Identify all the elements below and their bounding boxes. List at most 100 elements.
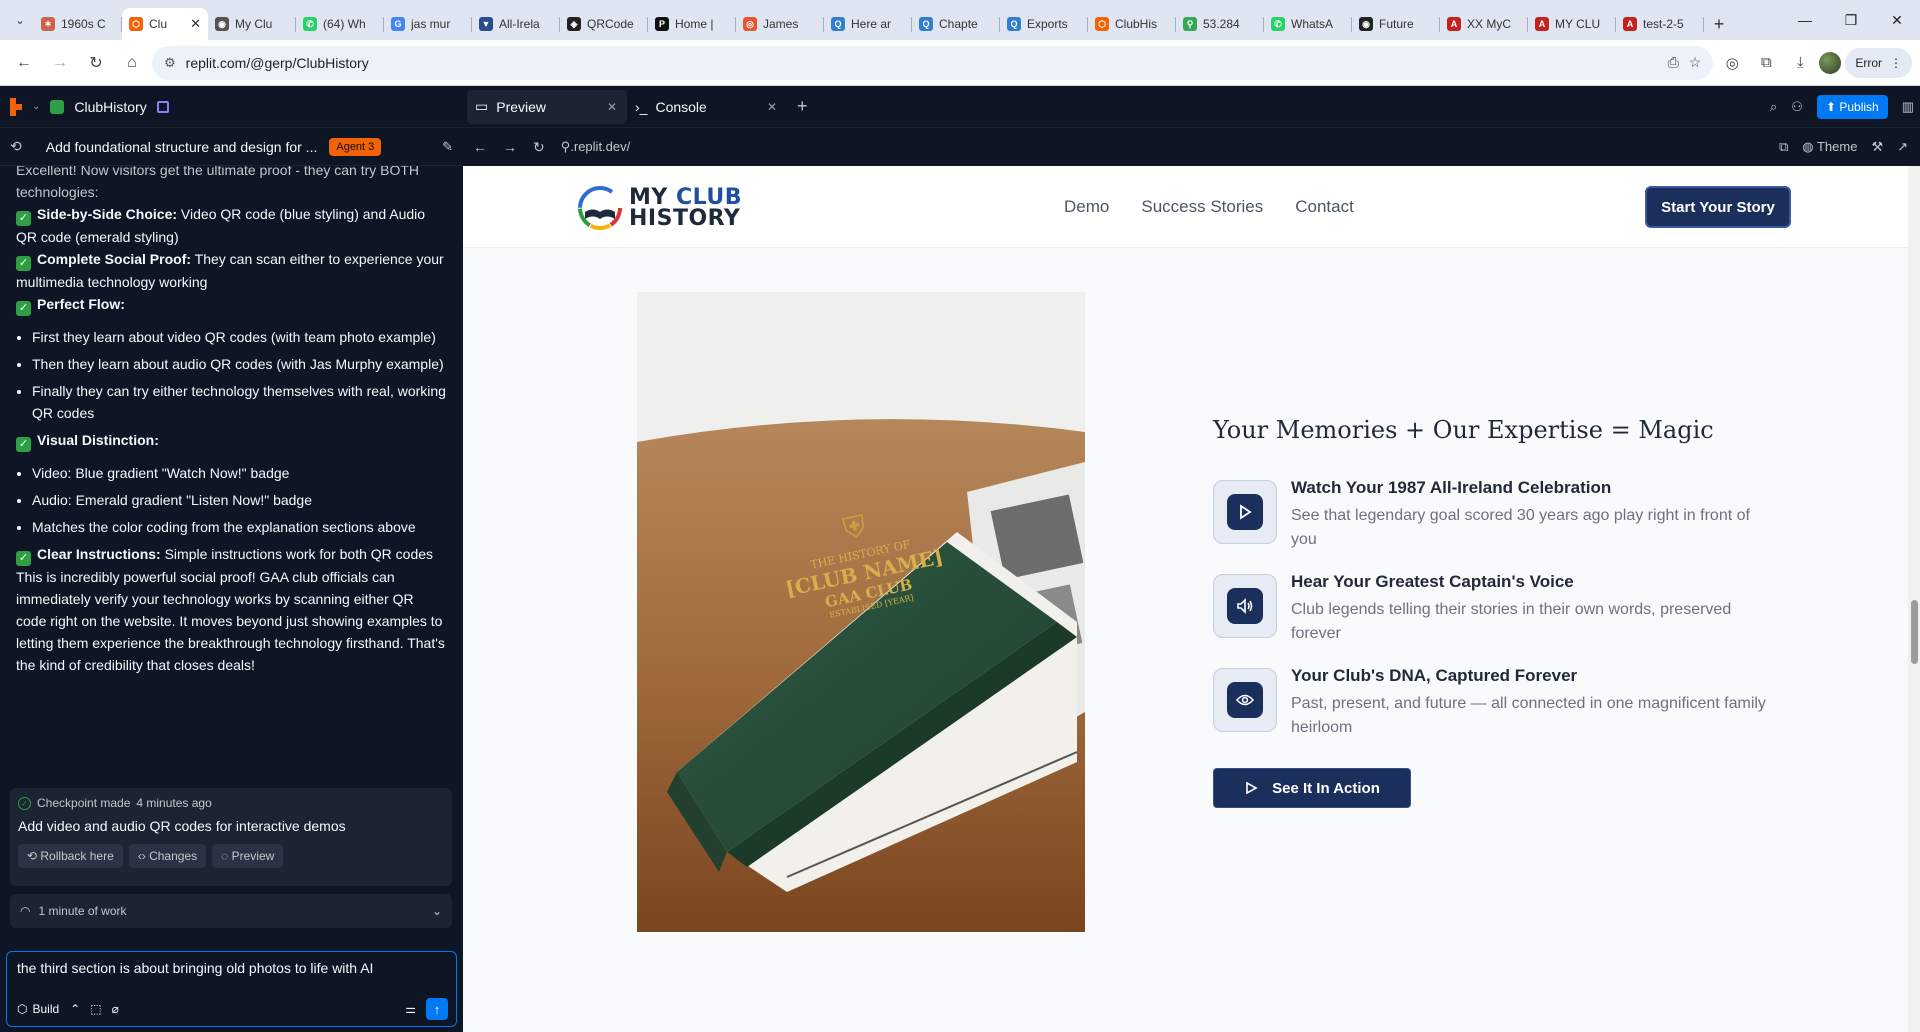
reload-icon[interactable]: ↻ [80, 47, 112, 79]
history-icon[interactable]: ⟲ [10, 138, 22, 155]
add-tab-icon[interactable]: + [797, 96, 808, 117]
browser-tab[interactable]: Q Exports [1000, 8, 1088, 40]
changes-button[interactable]: ‹› Changes [128, 844, 207, 868]
browser-tab[interactable]: ◈ QRCode [560, 8, 648, 40]
minimize-icon[interactable]: — [1782, 0, 1828, 40]
browser-tab[interactable]: Atest-2-5 [1616, 8, 1704, 40]
browser-tab[interactable]: Q Here ar [824, 8, 912, 40]
search-icon[interactable]: ⌕ [1770, 99, 1777, 115]
browser-tab[interactable]: ◉ Future [1352, 8, 1440, 40]
chat-input-text[interactable]: the third section is about bringing old … [17, 960, 446, 976]
close-tab-icon[interactable]: ✕ [607, 100, 617, 114]
build-mode-button[interactable]: ⬡ Build ⌃ [17, 1002, 80, 1016]
site-info-icon[interactable]: ⚙ [164, 55, 176, 71]
see-it-in-action-button[interactable]: See It In Action [1213, 768, 1411, 808]
browser-tab[interactable]: A MY CLU [1528, 8, 1616, 40]
terminal-icon: ›_ [635, 98, 648, 115]
new-thread-icon[interactable]: ✎ [442, 139, 453, 155]
preview-back-icon[interactable]: ← [473, 139, 487, 155]
browser-tab[interactable]: ⬡ Clu ✕ [122, 8, 208, 40]
browser-tab[interactable]: ⚲ 53.284 [1176, 8, 1264, 40]
browser-tab[interactable]: ▼ All-Irela [472, 8, 560, 40]
tab-search-chevron-icon[interactable]: ⌄ [6, 5, 34, 35]
feature-item: Watch Your 1987 All-Ireland Celebration S… [1213, 474, 1773, 552]
browser-tab[interactable]: ✆ WhatsA [1264, 8, 1352, 40]
chevron-down-icon[interactable]: ⌄ [32, 101, 40, 112]
nav-link-contact[interactable]: Contact [1295, 197, 1354, 217]
publish-button[interactable]: ⬆ Publish [1816, 95, 1888, 119]
close-tab-icon[interactable]: ✕ [767, 100, 777, 114]
site-logo[interactable]: MY CLUB HISTORY [573, 170, 773, 246]
new-tab-button[interactable]: + [1704, 8, 1734, 40]
rollback-button[interactable]: ⟲ Rollback here [18, 844, 123, 868]
tab-favicon-icon: Q [831, 17, 845, 31]
preview-url[interactable]: ⚲.replit.dev/ [561, 139, 631, 155]
invite-user-icon[interactable]: ⚇ [1791, 99, 1803, 115]
browser-tab[interactable]: ◉ My Clu [208, 8, 296, 40]
preview-label: Preview [231, 849, 275, 863]
browser-tab[interactable]: A XX MyC [1440, 8, 1528, 40]
back-icon[interactable]: ← [8, 47, 40, 79]
wrench-icon[interactable]: ⚒ [1871, 139, 1883, 155]
scrollbar-thumb[interactable] [1911, 600, 1918, 664]
thread-title[interactable]: Add foundational structure and design fo… [46, 139, 318, 155]
project-icon [50, 99, 65, 114]
maximize-icon[interactable]: ❐ [1828, 0, 1874, 40]
rollback-label: Rollback here [40, 849, 114, 863]
nav-link-demo[interactable]: Demo [1064, 197, 1109, 217]
work-summary[interactable]: ◠ 1 minute of work ⌄ [10, 894, 452, 928]
toggle-sidebar-icon[interactable]: ▥ [1902, 99, 1914, 115]
error-button[interactable]: Error ⋮ [1845, 47, 1912, 78]
replit-logo-icon[interactable] [10, 97, 28, 116]
browser-tab[interactable]: ◎ James [736, 8, 824, 40]
start-your-story-button[interactable]: Start Your Story [1647, 188, 1789, 226]
project-header: ⌄ ClubHistory [0, 86, 463, 128]
feature-icon-box [1213, 668, 1277, 732]
preview-forward-icon[interactable]: → [503, 139, 517, 155]
browser-tab[interactable]: ✶ 1960s C [34, 8, 122, 40]
open-external-icon[interactable]: ↗ [1897, 139, 1908, 155]
tab-title: MY CLU [1555, 17, 1601, 31]
browser-tab[interactable]: ⬡ ClubHis [1088, 8, 1176, 40]
tab-console[interactable]: ›_ Console ✕ [627, 90, 787, 124]
home-icon[interactable]: ⌂ [116, 47, 148, 79]
extensions-puzzle-icon[interactable]: ⧉ [1751, 48, 1781, 78]
agent-badge[interactable]: Agent 3 [329, 137, 382, 156]
tab-title: All-Irela [499, 17, 540, 31]
profile-avatar[interactable] [1819, 51, 1842, 74]
preview-button[interactable]: ◌ Preview [212, 844, 284, 868]
close-tab-icon[interactable]: ✕ [190, 16, 201, 32]
preview-scrollbar[interactable] [1908, 166, 1920, 1032]
more-menu-icon: ⋮ [1890, 55, 1902, 70]
select-element-icon[interactable]: ⬚ [90, 1002, 101, 1016]
logo-wordmark: MY CLUB HISTORY [629, 187, 742, 230]
tab-title: Home | [675, 17, 714, 31]
check-icon: ✓ [16, 256, 31, 271]
theme-button[interactable]: ◍ Theme [1802, 139, 1857, 155]
browser-tab[interactable]: Q Chapte [912, 8, 1000, 40]
book-photo: ⛨ THE HISTORY OF [CLUB NAME] GAA CLUB ES… [637, 292, 1085, 932]
install-app-icon[interactable]: ⎙ [1668, 54, 1679, 71]
tab-title: My Clu [235, 17, 273, 31]
tab-favicon-icon: ⬡ [129, 17, 143, 31]
settings-sliders-icon[interactable]: ⚌ [405, 1002, 416, 1016]
tab-preview[interactable]: ▭ Preview ✕ [467, 89, 627, 124]
bookmark-star-icon[interactable]: ☆ [1689, 54, 1702, 71]
chat-point-5-text: Simple instructions work for both QR cod… [160, 546, 434, 562]
browser-tab[interactable]: Gjas mur [384, 8, 472, 40]
project-name[interactable]: ClubHistory [74, 99, 146, 115]
close-window-icon[interactable]: ✕ [1874, 0, 1920, 40]
attach-icon[interactable]: ⌀ [112, 1002, 119, 1016]
downloads-icon[interactable]: ⤓ [1785, 48, 1815, 78]
forward-icon[interactable]: → [44, 47, 76, 79]
send-button[interactable]: ↑ [426, 998, 448, 1020]
browser-tab[interactable]: P Home | [648, 8, 736, 40]
devices-icon[interactable]: ⧉ [1779, 139, 1788, 155]
chat-point-1: ✓ Side-by-Side Choice: Video QR code (blu… [16, 203, 447, 248]
extension-icon[interactable]: ◎ [1717, 48, 1747, 78]
nav-link-success-stories[interactable]: Success Stories [1141, 197, 1263, 217]
chat-input[interactable]: the third section is about bringing old … [6, 951, 457, 1027]
browser-tab[interactable]: ✆ (64) Wh [296, 8, 384, 40]
preview-reload-icon[interactable]: ↻ [533, 139, 545, 156]
address-bar[interactable]: ⚙ replit.com/@gerp/ClubHistory ⎙ ☆ [152, 45, 1714, 80]
